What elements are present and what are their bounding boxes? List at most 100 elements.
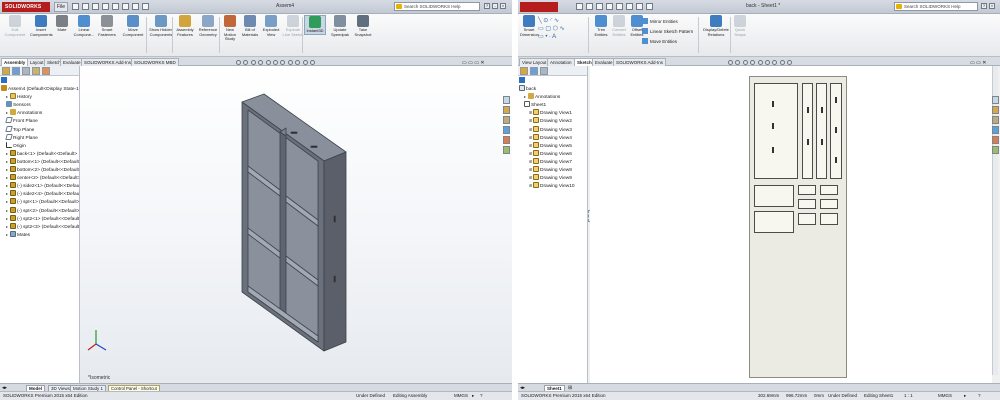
mate-button[interactable]: Mate <box>55 15 69 33</box>
instant3d-button[interactable]: Instant3D <box>304 15 326 35</box>
tree-item[interactable]: ⊞ Drawing View3 <box>529 125 572 134</box>
assembly-features-button[interactable]: Assembly Features <box>175 15 195 37</box>
move-component-button[interactable]: Move Component <box>121 15 145 37</box>
insert-components-button[interactable]: Insert Components <box>30 15 53 37</box>
unit-system[interactable]: MMGS <box>938 392 952 400</box>
tab-solidworks-add-ins[interactable]: SOLIDWORKS Add-Ins <box>613 58 667 66</box>
tree-item[interactable]: ▸ History <box>6 93 32 101</box>
save-icon[interactable] <box>92 3 99 10</box>
tree-item[interactable]: ▸ bottom<2> (Default<<Default> <box>6 166 79 174</box>
graphics-area[interactable]: *Isometric <box>80 66 512 384</box>
apply-scene-icon[interactable] <box>779 60 785 65</box>
convert-entities-button[interactable]: Convert Entities <box>610 15 628 37</box>
tree-item[interactable]: ▸ (-) side2<4> (Default<<Default> <box>6 190 79 198</box>
bill-of-materials-button[interactable]: Bill of Materials <box>240 15 260 37</box>
open-icon[interactable] <box>586 3 593 10</box>
solidworks-logo[interactable]: SOLIDWORKS <box>2 2 50 12</box>
close-icon[interactable]: × <box>989 3 995 9</box>
display-delete-relations-button[interactable]: Display/Delete Relations <box>702 15 730 37</box>
linear-component-pattern-button[interactable]: Linear Compone... <box>72 15 96 37</box>
quick-snaps-button[interactable]: Quick Snaps <box>732 15 748 37</box>
new-document-icon[interactable] <box>72 3 79 10</box>
tree-item[interactable]: Front Plane <box>5 117 38 125</box>
zoom-area-icon[interactable] <box>735 60 741 65</box>
rebuild-icon[interactable] <box>132 3 139 10</box>
tree-item[interactable]: back <box>519 85 536 93</box>
design-library-icon[interactable] <box>503 106 510 114</box>
tree-item[interactable]: Sheet1 <box>524 101 546 109</box>
rebuild-status-icon[interactable]: ▸ <box>472 392 474 400</box>
smart-fasteners-button[interactable]: Smart Fasteners <box>96 15 118 37</box>
tree-item[interactable]: ⊞ Drawing View9 <box>529 174 572 182</box>
tree-item[interactable]: ⊞ Drawing View1 <box>529 109 572 117</box>
rectangle-slot-polygon-icons[interactable]: ▭ ▢ ⬡ ∿ <box>538 25 576 33</box>
view-palette-icon[interactable] <box>992 126 999 134</box>
tree-item[interactable]: ▸ (-) spt2<1> (Default<<Default> <box>6 214 79 223</box>
custom-properties-icon[interactable] <box>503 146 510 154</box>
tree-item[interactable]: ▸ (-) spt<2> (Default<<Default> <box>6 206 79 215</box>
display-style-icon[interactable] <box>272 60 278 65</box>
zoom-fit-icon[interactable] <box>236 60 241 65</box>
solidworks-resources-icon[interactable] <box>992 96 999 104</box>
tree-item[interactable]: ⊞ Drawing View4 <box>529 133 572 142</box>
tab-annotation[interactable]: Annotation <box>547 58 575 66</box>
view-settings-icon[interactable] <box>787 60 793 65</box>
view-orientation-icon[interactable] <box>265 60 271 65</box>
tree-item[interactable]: ▸ bottom<1> (Default<<Default> <box>6 157 79 166</box>
appearances-icon[interactable] <box>503 136 510 144</box>
close-icon[interactable]: × <box>500 3 506 9</box>
small-command-mirror-entities[interactable]: Mirror Entities <box>642 17 693 27</box>
file-explorer-icon[interactable] <box>992 116 999 124</box>
tab-solidworks-add-ins[interactable]: SOLIDWORKS Add-Ins <box>81 58 135 66</box>
view-orientation-icon[interactable] <box>750 60 756 65</box>
tree-item[interactable]: ⊞ Drawing View7 <box>529 157 572 166</box>
configuration-manager-tab-icon[interactable] <box>540 67 548 75</box>
tree-item[interactable]: ⊞ Drawing View8 <box>529 166 572 174</box>
unit-system[interactable]: MMGS <box>454 392 468 400</box>
help-search-input[interactable]: Search SOLIDWORKS Help <box>394 2 480 11</box>
save-icon[interactable] <box>596 3 603 10</box>
display-style-icon[interactable] <box>757 60 763 65</box>
help-search-input[interactable]: Search SOLIDWORKS Help <box>894 2 978 11</box>
feature-manager-tab-icon[interactable] <box>520 67 528 75</box>
select-icon[interactable] <box>122 3 129 10</box>
tree-item[interactable]: ▸ (-) side2<1> (Default<<Defau <box>6 182 79 190</box>
smart-dimension-button[interactable]: Smart Dimension <box>520 15 539 37</box>
feature-manager-tab-icon[interactable] <box>2 67 10 75</box>
tree-item[interactable]: Top Plane <box>5 125 34 134</box>
tab-evaluate[interactable]: Evaluate <box>592 58 616 66</box>
print-icon[interactable] <box>102 3 109 10</box>
hide-show-items-icon[interactable] <box>764 60 770 65</box>
options-gear-icon[interactable] <box>142 3 149 10</box>
help-icon[interactable]: ? <box>484 3 490 9</box>
edit-appearance-icon[interactable] <box>287 60 293 65</box>
display-manager-tab-icon[interactable] <box>42 67 50 75</box>
tree-item[interactable]: ⊞ Drawing View10 <box>529 182 575 190</box>
apply-scene-icon[interactable] <box>295 60 301 65</box>
view-settings-icon[interactable] <box>302 60 308 65</box>
tree-item[interactable]: ▸ Mates <box>6 230 30 239</box>
trim-entities-button[interactable]: Trim Entities <box>592 15 610 37</box>
tree-item[interactable]: ▸ (-) spt<1> (Default<<Default> <box>6 198 79 206</box>
custom-properties-icon[interactable] <box>992 146 999 154</box>
options-gear-icon[interactable] <box>646 3 653 10</box>
rebuild-status-icon[interactable]: ▸ <box>964 392 966 400</box>
section-view-icon[interactable] <box>258 60 264 65</box>
solidworks-logo[interactable] <box>520 2 558 12</box>
property-manager-tab-icon[interactable] <box>530 67 538 75</box>
undo-icon[interactable] <box>112 3 119 10</box>
new-document-icon[interactable] <box>576 3 583 10</box>
tree-item[interactable]: ▸ back<1> (Default<<Default> <box>6 149 77 158</box>
monitor-icon[interactable] <box>309 60 315 65</box>
line-circle-arc-icons[interactable]: ╲ ⊙ ◜ ∿ <box>538 17 576 25</box>
rebuild-icon[interactable] <box>636 3 643 10</box>
design-library-icon[interactable] <box>992 106 999 114</box>
print-icon[interactable] <box>606 3 613 10</box>
edit-component-button[interactable]: Edit Component <box>2 15 28 37</box>
tree-item[interactable]: Assem4 (Default<Display State-1> <box>1 85 79 93</box>
help-status-icon[interactable]: ? <box>978 392 981 400</box>
small-command-move-entities[interactable]: Move Entities <box>642 37 693 47</box>
explode-line-sketch-button[interactable]: Explode Line Sketch <box>282 15 304 37</box>
offset-entities-button[interactable]: Offset Entities <box>628 15 646 37</box>
previous-view-icon[interactable] <box>742 60 748 65</box>
